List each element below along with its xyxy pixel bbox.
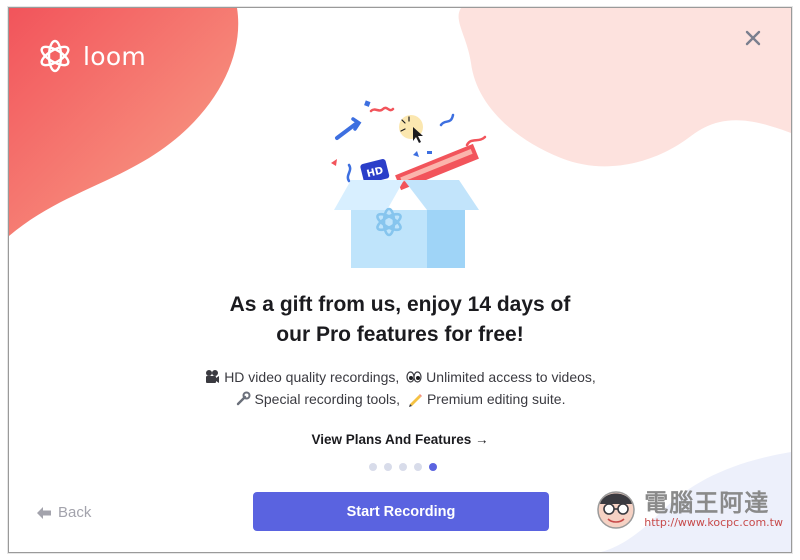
mascot-face-icon bbox=[597, 491, 635, 529]
arrow-left-icon bbox=[37, 506, 51, 519]
headline-line-1: As a gift from us, enjoy 14 days of bbox=[229, 293, 571, 316]
watermark: 電腦王阿達 http://www.kocpc.com.tw bbox=[594, 486, 783, 530]
loom-logo-icon bbox=[40, 39, 70, 73]
carousel-dot[interactable] bbox=[414, 463, 422, 471]
watermark-url: http://www.kocpc.com.tw bbox=[644, 516, 783, 529]
feature-line-1: HD video quality recordings, Unlimited a… bbox=[9, 366, 791, 388]
logo-text: loom bbox=[83, 41, 147, 71]
close-icon[interactable] bbox=[743, 28, 763, 48]
loom-logo: loom bbox=[37, 38, 146, 74]
pencil-icon bbox=[408, 394, 422, 407]
start-recording-button[interactable]: Start Recording bbox=[253, 492, 549, 531]
back-label: Back bbox=[58, 504, 92, 521]
eyes-icon bbox=[406, 371, 422, 383]
watermark-text: 電腦王阿達 http://www.kocpc.com.tw bbox=[644, 490, 783, 530]
carousel-dot[interactable] bbox=[384, 463, 392, 471]
watermark-title: 電腦王阿達 bbox=[644, 489, 770, 517]
gift-box-illustration: HD bbox=[331, 100, 487, 268]
headline-line-2: our Pro features for free! bbox=[276, 323, 524, 346]
carousel-dot[interactable] bbox=[369, 463, 377, 471]
feature-list: HD video quality recordings, Unlimited a… bbox=[9, 366, 791, 410]
headline: As a gift from us, enjoy 14 days of our … bbox=[9, 290, 791, 350]
view-plans-link[interactable]: View Plans And Features → bbox=[311, 432, 488, 447]
back-button[interactable]: Back bbox=[36, 504, 91, 521]
feature-recording-tools: Special recording tools, bbox=[254, 391, 401, 407]
wrench-icon bbox=[236, 391, 251, 406]
film-camera-icon bbox=[206, 370, 220, 383]
feature-line-2: Special recording tools, Premium editing… bbox=[9, 388, 791, 410]
view-plans-row: View Plans And Features → bbox=[9, 432, 791, 447]
feature-unlimited-access: Unlimited access to videos, bbox=[426, 369, 596, 385]
onboarding-dialog: loom HD As a gift from us, enjoy 14 days… bbox=[8, 7, 792, 553]
feature-hd-quality: HD video quality recordings, bbox=[224, 369, 400, 385]
carousel-dot[interactable] bbox=[399, 463, 407, 471]
carousel-dots bbox=[369, 463, 437, 471]
carousel-dot-active[interactable] bbox=[429, 463, 437, 471]
feature-editing-suite: Premium editing suite. bbox=[426, 391, 566, 407]
